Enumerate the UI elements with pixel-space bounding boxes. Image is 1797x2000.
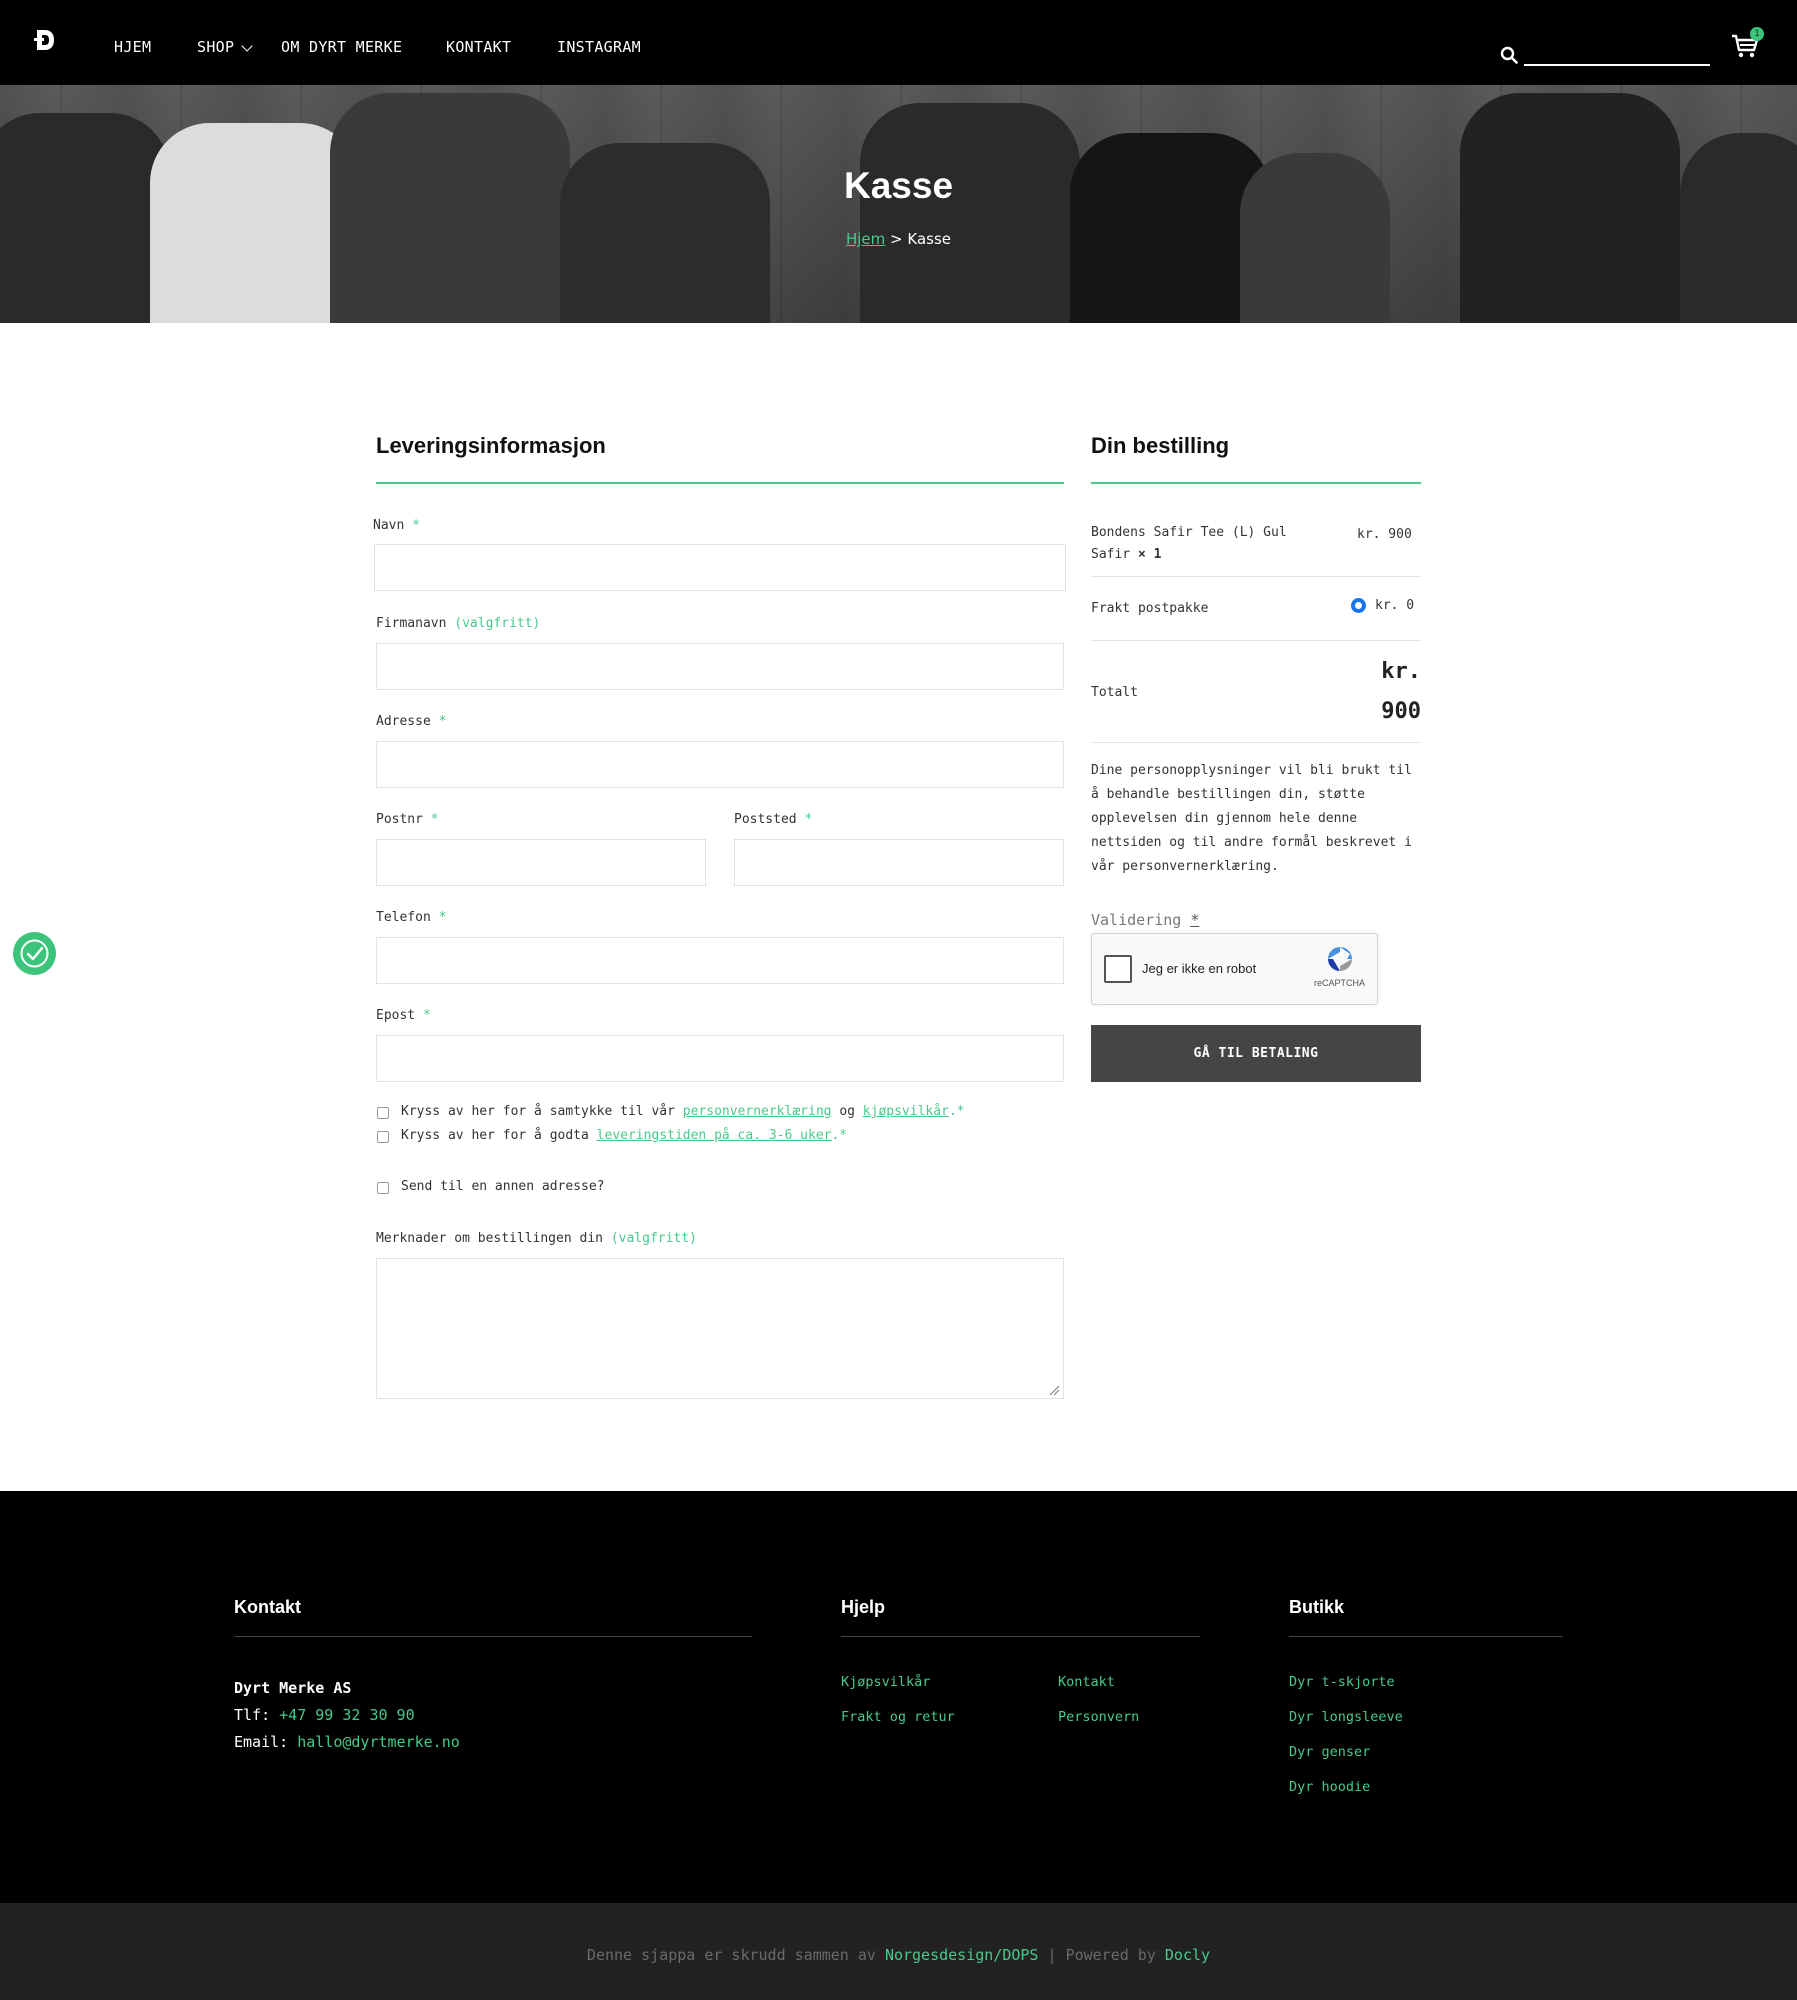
nav-about[interactable]: OM DYRT MERKE: [281, 38, 402, 56]
nav-contact[interactable]: KONTAKT: [446, 38, 511, 56]
resize-grip-icon[interactable]: [1048, 1384, 1060, 1396]
footer-divider: [1289, 1636, 1563, 1637]
hero-figure: [330, 93, 570, 323]
email-label: Epost *: [376, 1008, 431, 1023]
phone-link[interactable]: +47 99 32 30 90: [279, 1706, 414, 1724]
total-amount: kr. 900: [1381, 659, 1421, 724]
nav-instagram[interactable]: INSTAGRAM: [557, 38, 641, 56]
search-icon[interactable]: [1500, 46, 1518, 64]
hero-figure: [1460, 93, 1680, 323]
section-divider: [1091, 482, 1421, 484]
email-field[interactable]: [376, 1035, 1064, 1082]
footer-divider: [841, 1636, 1200, 1637]
city-field[interactable]: [734, 839, 1064, 886]
email-link[interactable]: hallo@dyrtmerke.no: [297, 1733, 460, 1751]
consent-checkbox[interactable]: [377, 1107, 389, 1119]
go-to-payment-button[interactable]: GÅ TIL BETALING: [1091, 1025, 1421, 1082]
dops-link[interactable]: DOPS: [1002, 1946, 1038, 1964]
ship-other-address-checkbox[interactable]: [377, 1182, 389, 1194]
top-navigation-bar: HJEM SHOP OM DYRT MERKE KONTAKT INSTAGRA…: [0, 0, 1797, 85]
page-title: Kasse: [843, 165, 954, 206]
order-notes-label: Merknader om bestillingen din (valgfritt…: [376, 1231, 697, 1246]
footer-help-title: Hjelp: [841, 1597, 886, 1617]
address-field[interactable]: [376, 741, 1064, 788]
search-input[interactable]: [1524, 40, 1710, 66]
order-item-price: kr. 900: [1357, 527, 1412, 542]
footer-link-privacy[interactable]: Personvern: [1058, 1709, 1139, 1725]
name-label: Navn *: [373, 518, 420, 533]
footer-link-hoodie[interactable]: Dyr hoodie: [1289, 1779, 1370, 1795]
brand-logo[interactable]: [34, 28, 56, 52]
delivery-time-checkbox[interactable]: [377, 1131, 389, 1143]
order-section-title: Din bestilling: [1091, 433, 1230, 458]
hero-figure: [860, 103, 1080, 323]
nav-shop[interactable]: SHOP: [197, 38, 234, 56]
postcode-label: Postnr *: [376, 812, 439, 827]
cookie-check-icon: [20, 939, 49, 968]
name-field[interactable]: [374, 544, 1066, 591]
ship-other-address-label: Send til en annen adresse?: [401, 1179, 605, 1194]
norgesdesign-link[interactable]: Norgesdesign: [885, 1946, 993, 1964]
recaptcha-checkbox[interactable]: [1104, 955, 1132, 983]
hero-figure: [1680, 133, 1797, 323]
recaptcha-label: Jeg er ikke en robot: [1142, 961, 1257, 976]
delivery-time-text: Kryss av her for å godta leveringstiden …: [401, 1128, 848, 1143]
footer-link-shipping[interactable]: Frakt og retur: [841, 1709, 955, 1725]
footer-contact-title: Kontakt: [234, 1597, 301, 1617]
breadcrumb-separator: >: [890, 230, 903, 248]
postcode-field[interactable]: [376, 839, 706, 886]
chevron-down-icon[interactable]: [241, 40, 253, 52]
privacy-policy-link[interactable]: personvernerklæring: [683, 1104, 832, 1119]
terms-link[interactable]: kjøpsvilkår: [863, 1104, 949, 1119]
footer-link-contact[interactable]: Kontakt: [1058, 1674, 1115, 1690]
breadcrumb-home-link[interactable]: Hjem: [846, 230, 885, 248]
cookie-consent-button[interactable]: [13, 932, 56, 975]
footer-shop-title: Butikk: [1289, 1597, 1345, 1617]
nav-home[interactable]: HJEM: [114, 38, 151, 56]
shipping-label: Frakt postpakke: [1091, 601, 1209, 616]
section-divider: [376, 482, 1064, 484]
footer-company-name: Dyrt Merke AS: [234, 1679, 352, 1697]
order-item-name: Bondens Safir Tee (L) Gul Safir × 1: [1091, 525, 1287, 562]
city-label: Poststed *: [734, 812, 813, 827]
cart-count-badge: 1: [1750, 27, 1764, 41]
company-field[interactable]: [376, 643, 1064, 690]
recaptcha-brand: reCAPTCHA: [1314, 978, 1366, 988]
footer-divider: [234, 1636, 752, 1637]
footer-link-longsleeve[interactable]: Dyr longsleeve: [1289, 1709, 1403, 1725]
delivery-section-title: Leveringsinformasjon: [376, 433, 606, 458]
page-hero: Kasse Hjem > Kasse: [0, 85, 1797, 323]
address-label: Adresse *: [376, 714, 447, 729]
footer-link-tshirt[interactable]: Dyr t-skjorte: [1289, 1674, 1395, 1690]
breadcrumb-current: Kasse: [907, 230, 952, 248]
shipping-price: kr. 0: [1375, 598, 1415, 613]
phone-label: Telefon *: [376, 910, 447, 925]
privacy-notice: Dine personopplysninger vil bli brukt ti…: [1091, 763, 1412, 874]
footer-phone: Tlf: +47 99 32 30 90: [234, 1706, 415, 1724]
recaptcha-widget: Jeg er ikke en robot reCAPTCHA: [1091, 933, 1378, 1005]
validation-label: Validering *: [1091, 911, 1200, 929]
recaptcha-logo-icon: [1328, 947, 1352, 971]
footer-link-sweater[interactable]: Dyr genser: [1289, 1744, 1370, 1760]
total-label: Totalt: [1091, 685, 1138, 700]
footer-email: Email: hallo@dyrtmerke.no: [234, 1733, 460, 1751]
phone-field[interactable]: [376, 937, 1064, 984]
breadcrumb: Hjem > Kasse: [0, 230, 1797, 248]
docly-link[interactable]: Docly: [1165, 1946, 1210, 1964]
divider: [1091, 640, 1421, 641]
consent-text: Kryss av her for å samtykke til vår pers…: [401, 1104, 965, 1119]
delivery-time-link[interactable]: leveringstiden på ca. 3-6 uker: [597, 1128, 832, 1143]
divider: [1091, 576, 1421, 577]
divider: [1091, 742, 1421, 743]
footer-link-terms[interactable]: Kjøpsvilkår: [841, 1674, 930, 1690]
shipping-radio[interactable]: [1351, 598, 1366, 613]
order-notes-field[interactable]: [376, 1258, 1064, 1399]
company-label: Firmanavn (valgfritt): [376, 616, 541, 631]
site-footer: Kontakt Dyrt Merke AS Tlf: +47 99 32 30 …: [0, 1491, 1797, 1903]
hero-figure: [150, 123, 360, 323]
footer-credit: Denne sjappa er skrudd sammen av Norgesd…: [586, 1946, 1211, 1964]
hero-figure: [0, 113, 170, 323]
